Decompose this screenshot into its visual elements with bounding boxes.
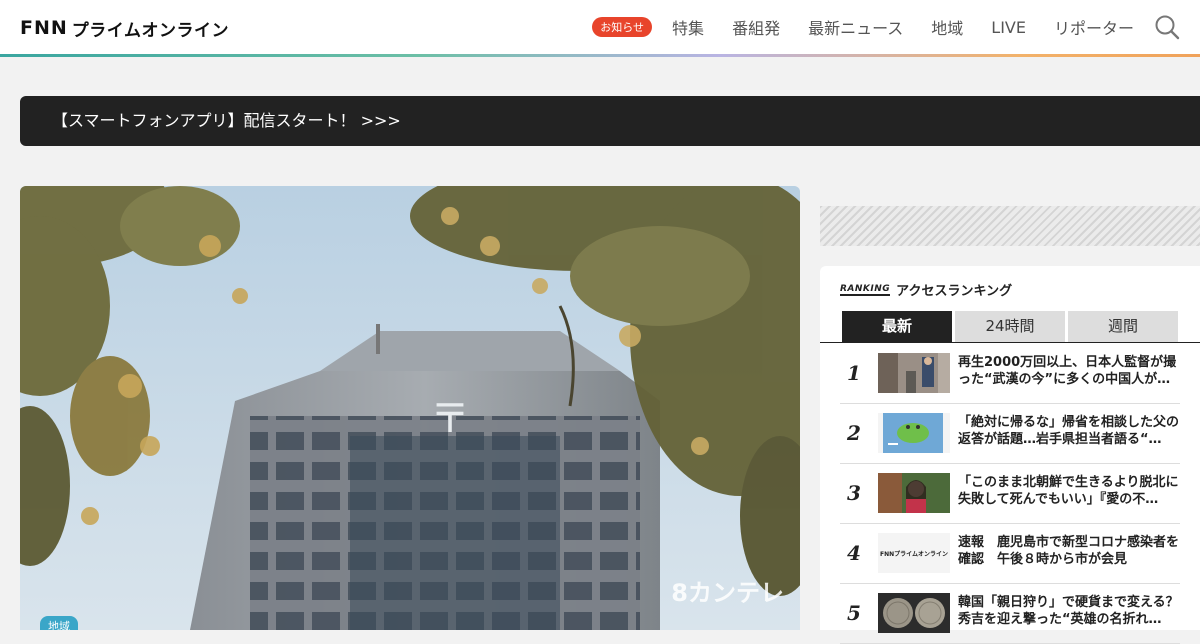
ranking-tabs: 最新 24時間 週間	[842, 311, 1178, 342]
ranking-header: RANKING アクセスランキング	[840, 280, 1012, 299]
logo-fnn-text: FNN	[20, 17, 68, 39]
ranking-list: 1 再生2000万回以上、日本人監督が撮った“武漢の今”に多くの中国人が… 2	[840, 344, 1180, 644]
nav-item-reporters[interactable]: リポーター	[1054, 15, 1134, 39]
rank-number: 3	[847, 481, 861, 505]
notice-badge[interactable]: お知らせ	[592, 17, 653, 37]
tab-weekly[interactable]: 週間	[1068, 311, 1178, 342]
article-thumbnail	[878, 473, 950, 513]
article-thumbnail	[878, 353, 950, 393]
access-ranking-panel: RANKING アクセスランキング 最新 24時間 週間 1 再生2000万回以…	[820, 266, 1200, 644]
site-header: FNN プライムオンライン お知らせ 特集 番組発 最新ニュース 地域 LIVE…	[0, 0, 1200, 54]
article-title: 韓国「親日狩り」で硬貨まで変える？秀吉を迎え撃った“英雄の名折れ…	[958, 595, 1179, 627]
tab-24h[interactable]: 24時間	[955, 311, 1065, 342]
region-tag[interactable]: 地域	[40, 616, 78, 630]
article-title: 速報 鹿児島市で新型コロナ感染者を確認 午後８時から市が会見	[958, 535, 1180, 567]
nav-item-region[interactable]: 地域	[931, 15, 963, 39]
nav-item-programs[interactable]: 番組発	[732, 15, 780, 39]
rank-number: 5	[847, 601, 861, 625]
nav-item-latest-news[interactable]: 最新ニュース	[808, 15, 903, 39]
article-thumbnail: FNNプライムオンライン	[878, 533, 950, 573]
article-title: 再生2000万回以上、日本人監督が撮った“武漢の今”に多くの中国人が…	[958, 355, 1177, 387]
logo-sub-text: プライムオンライン	[71, 20, 229, 41]
hero-article-image[interactable]: 〒 8カンテレ 地域	[20, 186, 800, 630]
ad-placeholder	[820, 206, 1200, 246]
nav-item-features[interactable]: 特集	[672, 15, 704, 39]
rank-number: 1	[847, 361, 861, 385]
app-promo-banner[interactable]: 【スマートフォンアプリ】配信スタート！ >>>	[20, 96, 1200, 146]
list-item[interactable]: 2 「絶対に帰るな」帰省を相談した父の返答が話題…岩手県担当者語る“…	[840, 404, 1180, 464]
site-logo[interactable]: FNN プライムオンライン	[20, 16, 229, 41]
ranking-title: アクセスランキング	[896, 284, 1013, 299]
article-title: 「このまま北朝鮮で生きるより脱北に失敗して死んでもいい」『愛の不…	[958, 475, 1179, 507]
list-item[interactable]: 3 「このまま北朝鮮で生きるより脱北に失敗して死んでもいい」『愛の不…	[840, 464, 1180, 524]
tabs-underline	[820, 342, 1200, 343]
svg-text:〒: 〒	[430, 396, 470, 442]
search-icon[interactable]	[1154, 14, 1180, 40]
rank-number: 4	[847, 541, 861, 565]
list-item[interactable]: 4 FNNプライムオンライン 速報 鹿児島市で新型コロナ感染者を確認 午後８時か…	[840, 524, 1180, 584]
list-item[interactable]: 5 韓国「親日狩り」で硬貨まで変える？秀吉を迎え撃った“英雄の名折れ…	[840, 584, 1180, 644]
list-item[interactable]: 1 再生2000万回以上、日本人監督が撮った“武漢の今”に多くの中国人が…	[840, 344, 1180, 404]
article-thumbnail	[878, 413, 950, 453]
main-nav: お知らせ 特集 番組発 最新ニュース 地域 LIVE リポーター	[592, 0, 1180, 54]
article-thumbnail	[878, 593, 950, 633]
header-accent-line	[0, 54, 1200, 57]
ranking-logo: RANKING	[840, 283, 891, 296]
rank-number: 2	[847, 421, 861, 445]
nav-item-live[interactable]: LIVE	[991, 18, 1026, 37]
tab-latest[interactable]: 最新	[842, 311, 952, 342]
broadcaster-watermark: 8カンテレ	[671, 579, 784, 607]
hero-photo: 〒	[20, 186, 800, 630]
fnn-logo-thumb: FNNプライムオンライン	[879, 550, 949, 558]
article-title: 「絶対に帰るな」帰省を相談した父の返答が話題…岩手県担当者語る“…	[958, 415, 1180, 447]
